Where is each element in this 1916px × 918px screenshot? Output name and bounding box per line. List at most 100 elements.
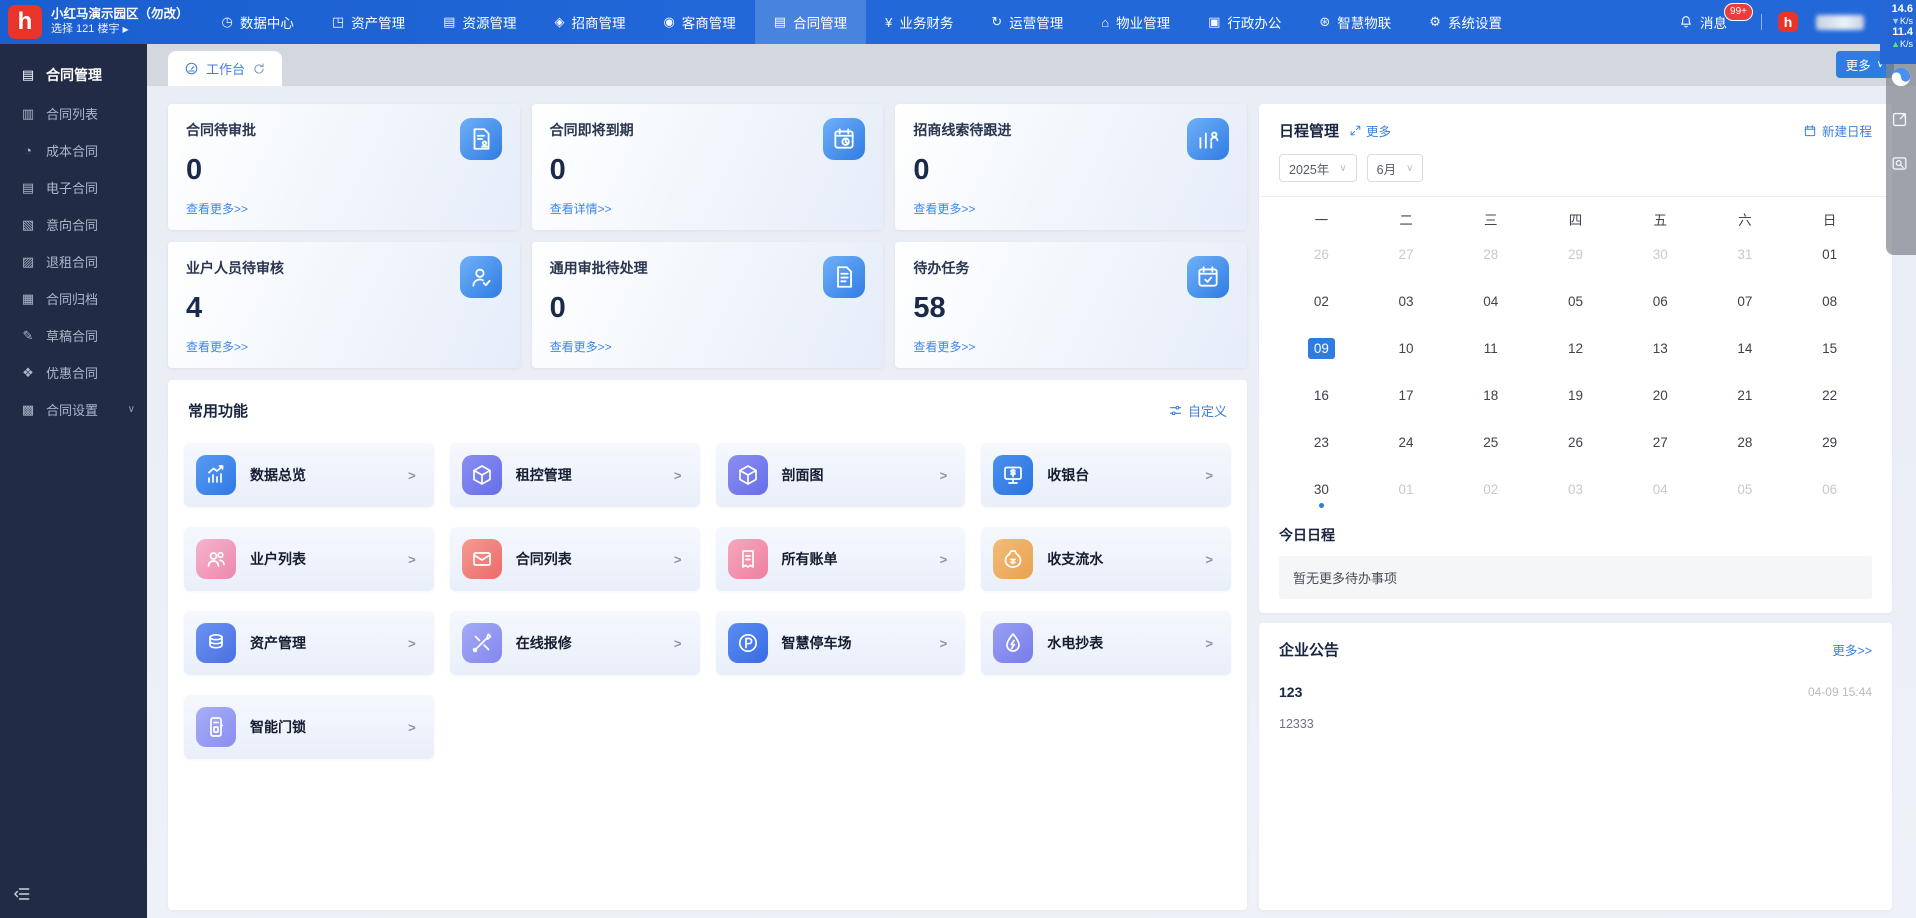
schedule-more-link[interactable]: 更多 xyxy=(1366,121,1391,140)
calendar-day-03[interactable]: 03 xyxy=(1364,282,1449,329)
sidebar-item-0[interactable]: ▤ 合同管理 xyxy=(0,56,147,93)
tab-workbench[interactable]: 工作台 xyxy=(168,51,282,86)
announcements-more-link[interactable]: 更多>> xyxy=(1832,640,1872,659)
sidebar-item-7[interactable]: ✎ 草稿合同 xyxy=(0,317,147,354)
stat-link[interactable]: 查看更多>> xyxy=(550,338,612,355)
calendar-day-31[interactable]: 31 xyxy=(1703,235,1788,282)
calendar-day-02[interactable]: 02 xyxy=(1448,470,1533,517)
calendar-day-17[interactable]: 17 xyxy=(1364,376,1449,423)
calendar-day-24[interactable]: 24 xyxy=(1364,423,1449,470)
stat-link[interactable]: 查看详情>> xyxy=(550,200,612,217)
calendar-day-05[interactable]: 05 xyxy=(1703,470,1788,517)
sidebar-item-5[interactable]: ▨ 退租合同 xyxy=(0,243,147,280)
calendar-day-28[interactable]: 28 xyxy=(1703,423,1788,470)
quick-function-3[interactable]: 收银台 > xyxy=(981,443,1231,507)
quick-function-5[interactable]: 合同列表 > xyxy=(450,527,700,591)
calendar-day-14[interactable]: 14 xyxy=(1703,329,1788,376)
year-select[interactable]: 2025年∨ xyxy=(1279,154,1357,182)
stat-link[interactable]: 查看更多>> xyxy=(186,200,248,217)
calendar-day-10[interactable]: 10 xyxy=(1364,329,1449,376)
calendar-day-06[interactable]: 06 xyxy=(1618,282,1703,329)
announcement-item[interactable]: 12333 xyxy=(1279,717,1872,731)
nav-item-7[interactable]: ↻ 运营管理 xyxy=(972,0,1082,44)
calendar-day-09[interactable]: 09 xyxy=(1279,329,1364,376)
nav-item-6[interactable]: ¥ 业务财务 xyxy=(866,0,972,44)
quick-function-6[interactable]: 所有账单 > xyxy=(716,527,966,591)
nav-item-11[interactable]: ⚙ 系统设置 xyxy=(1410,0,1521,44)
stat-link[interactable]: 查看更多>> xyxy=(913,200,975,217)
quick-function-10[interactable]: 智慧停车场 > xyxy=(716,611,966,675)
calendar-day-02[interactable]: 02 xyxy=(1279,282,1364,329)
nav-item-4[interactable]: ◉ 客商管理 xyxy=(644,0,754,44)
sidebar-collapse-button[interactable] xyxy=(12,884,34,906)
screenshot-crop-icon[interactable] xyxy=(1890,110,1912,132)
sidebar-item-3[interactable]: ▤ 电子合同 xyxy=(0,169,147,206)
quick-function-1[interactable]: 租控管理 > xyxy=(450,443,700,507)
nav-item-5[interactable]: ▤ 合同管理 xyxy=(755,0,866,44)
sidebar-item-6[interactable]: ▦ 合同归档 xyxy=(0,280,147,317)
nav-item-8[interactable]: ⌂ 物业管理 xyxy=(1082,0,1189,44)
quick-function-4[interactable]: 业户列表 > xyxy=(184,527,434,591)
calendar-day-28[interactable]: 28 xyxy=(1448,235,1533,282)
quick-function-8[interactable]: 资产管理 > xyxy=(184,611,434,675)
calendar-day-16[interactable]: 16 xyxy=(1279,376,1364,423)
calendar-day-06[interactable]: 06 xyxy=(1787,470,1872,517)
calendar-day-22[interactable]: 22 xyxy=(1787,376,1872,423)
nav-item-3[interactable]: ◈ 招商管理 xyxy=(535,0,644,44)
calendar-day-23[interactable]: 23 xyxy=(1279,423,1364,470)
quick-function-9[interactable]: 在线报修 > xyxy=(450,611,700,675)
sidebar-item-1[interactable]: ▥ 合同列表 xyxy=(0,95,147,132)
calendar-day-11[interactable]: 11 xyxy=(1448,329,1533,376)
nav-item-10[interactable]: ⊛ 智慧物联 xyxy=(1300,0,1410,44)
nav-item-1[interactable]: ◳ 资产管理 xyxy=(313,0,424,44)
calendar-day-30[interactable]: 30 xyxy=(1618,235,1703,282)
user-avatar[interactable]: h xyxy=(1778,12,1798,32)
sidebar-item-8[interactable]: ❖ 优惠合同 xyxy=(0,354,147,391)
quick-function-12[interactable]: 智能门锁 > xyxy=(184,695,434,759)
calendar-day-27[interactable]: 27 xyxy=(1364,235,1449,282)
calendar-day-03[interactable]: 03 xyxy=(1533,470,1618,517)
quick-function-2[interactable]: 剖面图 > xyxy=(716,443,966,507)
calendar-day-01[interactable]: 01 xyxy=(1787,235,1872,282)
calendar-day-18[interactable]: 18 xyxy=(1448,376,1533,423)
calendar-day-07[interactable]: 07 xyxy=(1703,282,1788,329)
expand-icon[interactable] xyxy=(1349,124,1362,137)
messages-button[interactable]: 消息 99+ xyxy=(1678,12,1727,32)
quick-function-11[interactable]: 水电抄表 > xyxy=(981,611,1231,675)
calendar-day-01[interactable]: 01 xyxy=(1364,470,1449,517)
customize-button[interactable]: 自定义 xyxy=(1168,401,1227,420)
quick-function-7[interactable]: 收支流水 > xyxy=(981,527,1231,591)
calendar-day-12[interactable]: 12 xyxy=(1533,329,1618,376)
calendar-day-13[interactable]: 13 xyxy=(1618,329,1703,376)
nav-item-0[interactable]: ◷ 数据中心 xyxy=(203,0,313,44)
quick-function-0[interactable]: 数据总览 > xyxy=(184,443,434,507)
calendar-day-25[interactable]: 25 xyxy=(1448,423,1533,470)
calendar-day-04[interactable]: 04 xyxy=(1618,470,1703,517)
calendar-day-04[interactable]: 04 xyxy=(1448,282,1533,329)
calendar-day-29[interactable]: 29 xyxy=(1533,235,1618,282)
refresh-icon[interactable] xyxy=(252,62,266,76)
sidebar-item-2[interactable]: ◔ 成本合同 xyxy=(0,132,147,169)
sidebar-item-9[interactable]: ▩ 合同设置 ∨ xyxy=(0,391,147,428)
calendar-day-08[interactable]: 08 xyxy=(1787,282,1872,329)
nav-item-2[interactable]: ▤ 资源管理 xyxy=(424,0,535,44)
calendar-day-29[interactable]: 29 xyxy=(1787,423,1872,470)
calendar-day-15[interactable]: 15 xyxy=(1787,329,1872,376)
stat-link[interactable]: 查看更多>> xyxy=(913,338,975,355)
calendar-day-05[interactable]: 05 xyxy=(1533,282,1618,329)
swirl-app-icon[interactable] xyxy=(1890,66,1912,88)
stat-link[interactable]: 查看更多>> xyxy=(186,338,248,355)
image-search-icon[interactable] xyxy=(1890,154,1912,176)
new-schedule-button[interactable]: 新建日程 xyxy=(1803,121,1872,140)
org-selector[interactable]: 选择 121 楼宇 ▶ xyxy=(51,23,189,37)
announcement-title-link[interactable]: 123 xyxy=(1279,684,1302,700)
calendar-day-21[interactable]: 21 xyxy=(1703,376,1788,423)
calendar-day-20[interactable]: 20 xyxy=(1618,376,1703,423)
sidebar-item-4[interactable]: ▧ 意向合同 xyxy=(0,206,147,243)
brand-block[interactable]: h 小红马演示园区（勿改） 选择 121 楼宇 ▶ xyxy=(0,5,203,39)
calendar-day-30[interactable]: 30 xyxy=(1279,470,1364,517)
month-select[interactable]: 6月∨ xyxy=(1367,154,1424,182)
calendar-day-19[interactable]: 19 xyxy=(1533,376,1618,423)
calendar-day-27[interactable]: 27 xyxy=(1618,423,1703,470)
calendar-day-26[interactable]: 26 xyxy=(1533,423,1618,470)
